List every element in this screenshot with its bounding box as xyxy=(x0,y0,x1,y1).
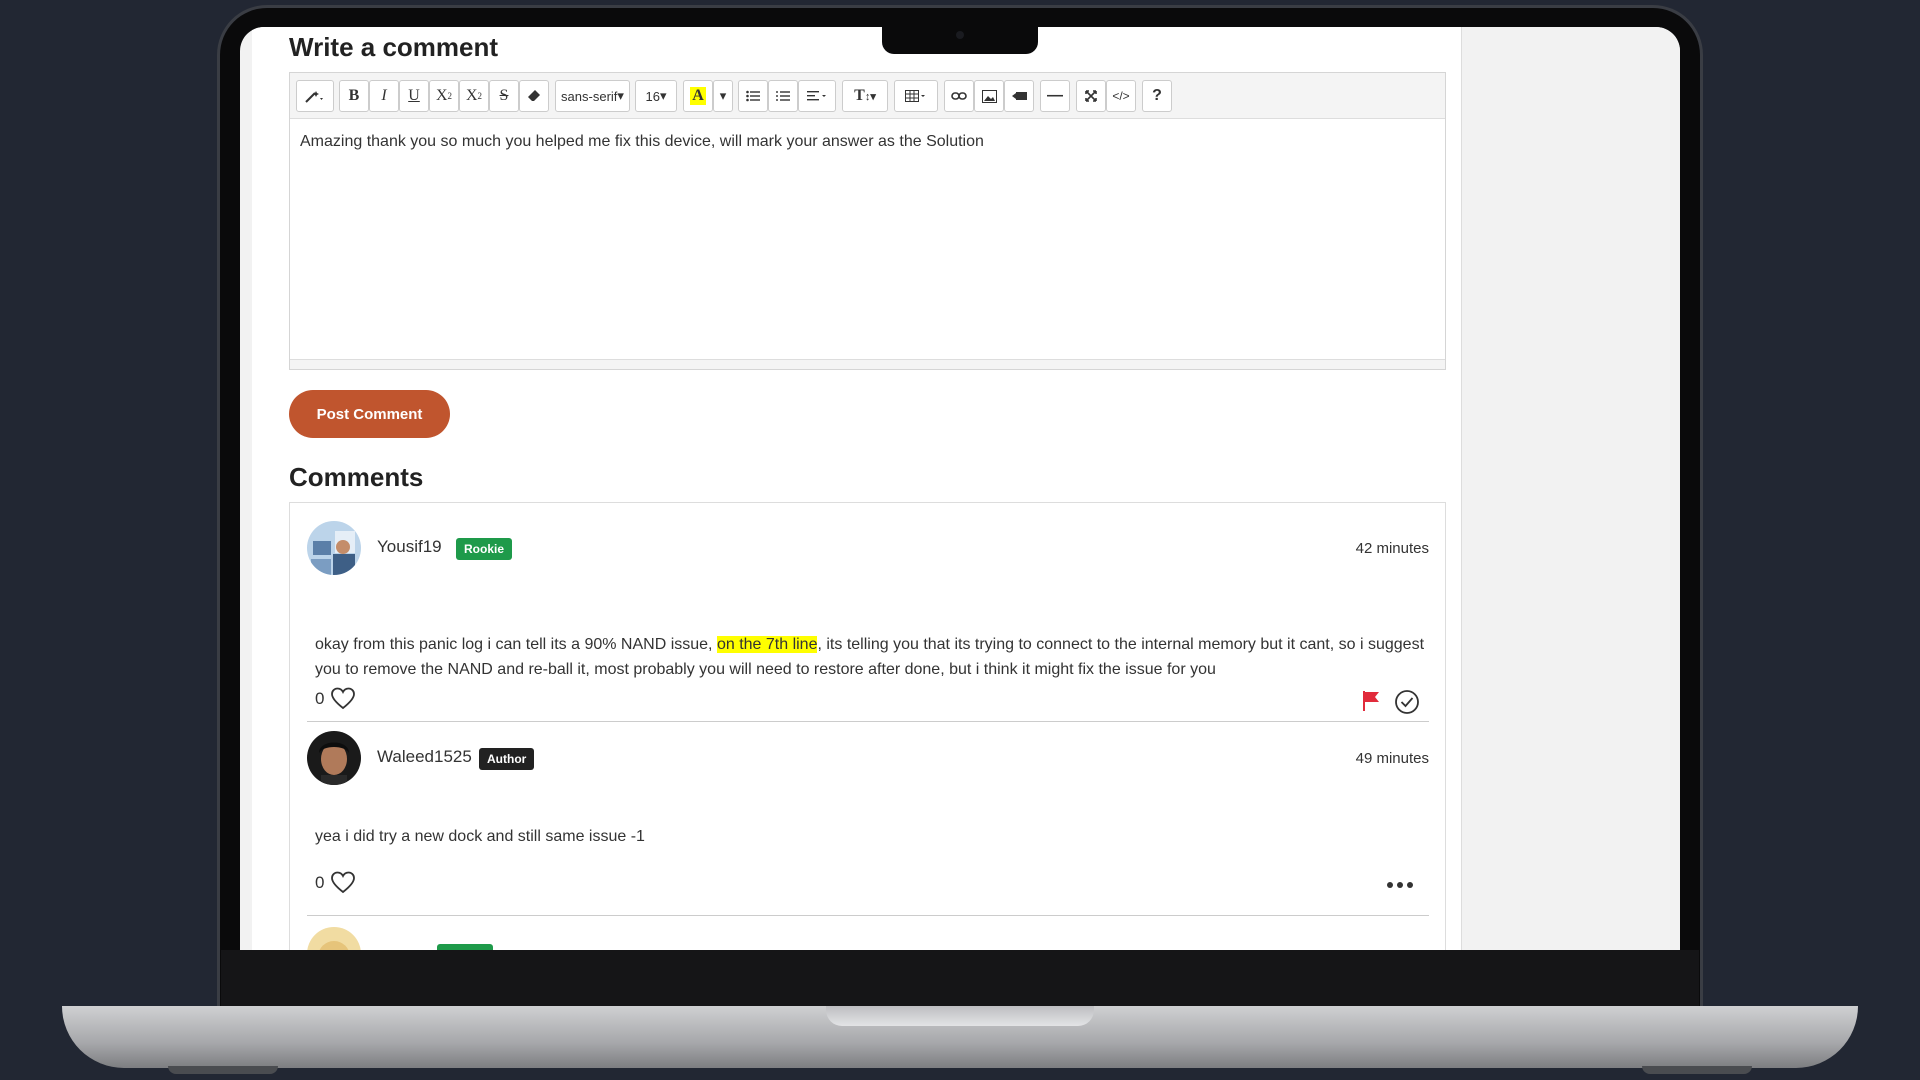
comments-list: Yousif19 Rookie 42 minutes okay from thi… xyxy=(289,502,1446,950)
comment-text: okay from this panic log i can tell its … xyxy=(315,632,1425,682)
strikethrough-button[interactable]: S xyxy=(489,80,519,112)
comment-divider xyxy=(307,721,1429,722)
comment-editor: B I U X2 X2 S sans-serif ▾ 16 ▾ A ▾ T ↕▾… xyxy=(289,72,1446,370)
comment-text-part: okay from this panic log i can tell its … xyxy=(315,636,717,653)
superscript-button[interactable]: X2 xyxy=(429,80,459,112)
heart-icon[interactable] xyxy=(330,687,356,711)
underline-button[interactable]: U xyxy=(399,80,429,112)
laptop-base-notch xyxy=(826,1006,1094,1026)
subscript-button[interactable]: X2 xyxy=(459,80,489,112)
numbered-list-icon[interactable] xyxy=(768,80,798,112)
laptop-foot xyxy=(1642,1066,1752,1074)
status-badge: Rookie xyxy=(456,538,513,560)
font-size-select[interactable]: 16 ▾ xyxy=(635,80,677,112)
comment-time: 49 minutes xyxy=(1355,750,1429,767)
like-count: 0 xyxy=(315,873,325,892)
table-icon[interactable] xyxy=(894,80,938,112)
editor-text-area[interactable]: Amazing thank you so much you helped me … xyxy=(290,119,1445,359)
comment-text: yea i did try a new dock and still same … xyxy=(315,828,645,845)
heart-icon[interactable] xyxy=(330,871,356,895)
avatar[interactable] xyxy=(307,927,361,950)
camera-notch xyxy=(882,22,1038,54)
screen: Write a comment B I U X2 X2 S sans-serif… xyxy=(240,27,1680,950)
horizontal-rule-icon[interactable]: — xyxy=(1040,80,1070,112)
editor-resize-handle[interactable] xyxy=(290,359,1445,369)
fullscreen-icon[interactable] xyxy=(1076,80,1106,112)
page-content: Write a comment B I U X2 X2 S sans-serif… xyxy=(252,27,1462,950)
text-color-dropdown[interactable]: ▾ xyxy=(713,80,733,112)
image-icon[interactable] xyxy=(974,80,1004,112)
help-icon[interactable]: ? xyxy=(1142,80,1172,112)
italic-button[interactable]: I xyxy=(369,80,399,112)
magic-style-icon[interactable] xyxy=(296,80,334,112)
code-view-icon[interactable]: </> xyxy=(1106,80,1136,112)
bold-button[interactable]: B xyxy=(339,80,369,112)
video-icon[interactable] xyxy=(1004,80,1034,112)
like-control[interactable]: 0 xyxy=(315,871,356,895)
camera-icon xyxy=(956,31,964,39)
align-icon[interactable] xyxy=(798,80,836,112)
more-options-icon[interactable] xyxy=(1386,881,1414,889)
status-badge: Author xyxy=(479,748,535,770)
editor-toolbar: B I U X2 X2 S sans-serif ▾ 16 ▾ A ▾ T ↕▾… xyxy=(290,73,1445,119)
font-size-value: 16 xyxy=(645,88,660,104)
post-comment-button[interactable]: Post Comment xyxy=(289,390,450,438)
comment-item: Yousif19 Rookie 42 minutes okay from thi… xyxy=(307,521,1429,741)
comments-title: Comments xyxy=(289,462,424,492)
line-height-icon[interactable]: T ↕▾ xyxy=(842,80,888,112)
comment-time: 42 minutes xyxy=(1355,540,1429,557)
comment-text-highlight: on the 7th line xyxy=(716,636,818,653)
link-icon[interactable] xyxy=(944,80,974,112)
write-comment-title: Write a comment xyxy=(289,32,499,62)
comment-divider xyxy=(307,915,1429,916)
font-family-select[interactable]: sans-serif ▾ xyxy=(555,80,630,112)
accept-solution-icon[interactable] xyxy=(1394,689,1420,715)
laptop-hinge xyxy=(221,950,1699,1006)
avatar[interactable] xyxy=(307,731,361,785)
eraser-icon[interactable] xyxy=(519,80,549,112)
like-control[interactable]: 0 xyxy=(315,687,356,711)
comment-username[interactable]: Waleed1525 xyxy=(377,747,472,767)
like-count: 0 xyxy=(315,689,325,708)
comment-item-partial xyxy=(307,927,1429,950)
avatar[interactable] xyxy=(307,521,361,575)
right-sidebar xyxy=(1462,27,1680,950)
font-family-value: sans-serif xyxy=(561,88,618,104)
laptop-foot xyxy=(168,1066,278,1074)
comment-username[interactable]: Yousif19 xyxy=(377,537,442,557)
bullet-list-icon[interactable] xyxy=(738,80,768,112)
text-color-button[interactable]: A xyxy=(683,80,713,112)
comment-item: Waleed1525 Author 49 minutes yea i did t… xyxy=(307,731,1429,911)
flag-icon[interactable] xyxy=(1362,690,1380,712)
